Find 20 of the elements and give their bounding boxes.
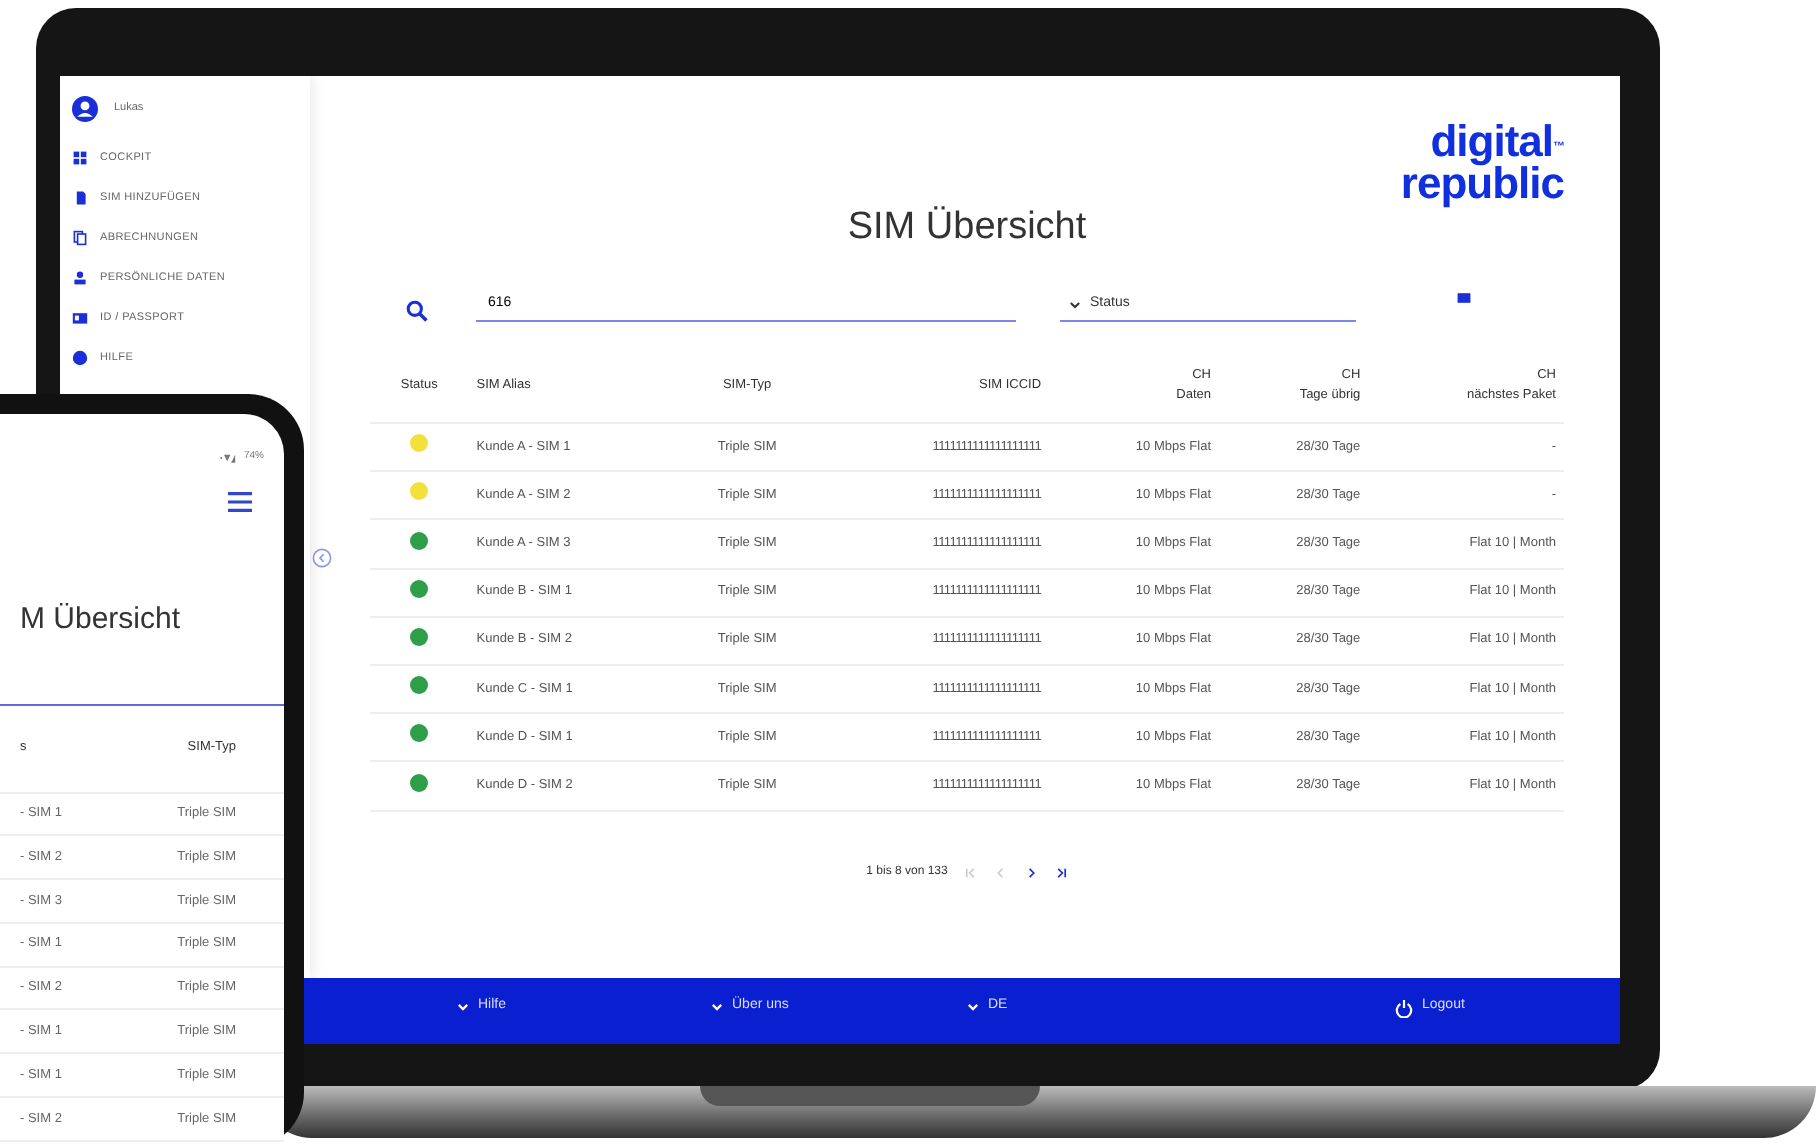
next-page-icon[interactable]: [1023, 865, 1038, 879]
page-title: M Übersicht: [18, 600, 183, 640]
chevron-down-icon: [966, 1000, 980, 1014]
menu-icon[interactable]: [224, 490, 256, 514]
person-icon: [72, 270, 88, 286]
documents-icon: [72, 230, 88, 246]
chevron-down-icon: [456, 1000, 470, 1014]
chevron-down-icon: [1068, 297, 1082, 312]
id-card-icon: [72, 310, 88, 326]
last-page-icon[interactable]: [1053, 865, 1068, 879]
power-icon: [1394, 997, 1414, 1017]
collapse-chevron-icon[interactable]: [312, 548, 332, 568]
sim-card-icon: [72, 190, 88, 206]
wifi-signal-icon: [219, 450, 236, 466]
chevron-down-icon: [710, 1000, 724, 1014]
user-avatar-icon: [72, 96, 98, 122]
search-icon: [406, 299, 428, 321]
logo-text: digital$^{™}$ republic: [1400, 120, 1564, 204]
grid-icon: [72, 150, 88, 166]
page-title: SIM Übersicht: [845, 204, 1089, 252]
